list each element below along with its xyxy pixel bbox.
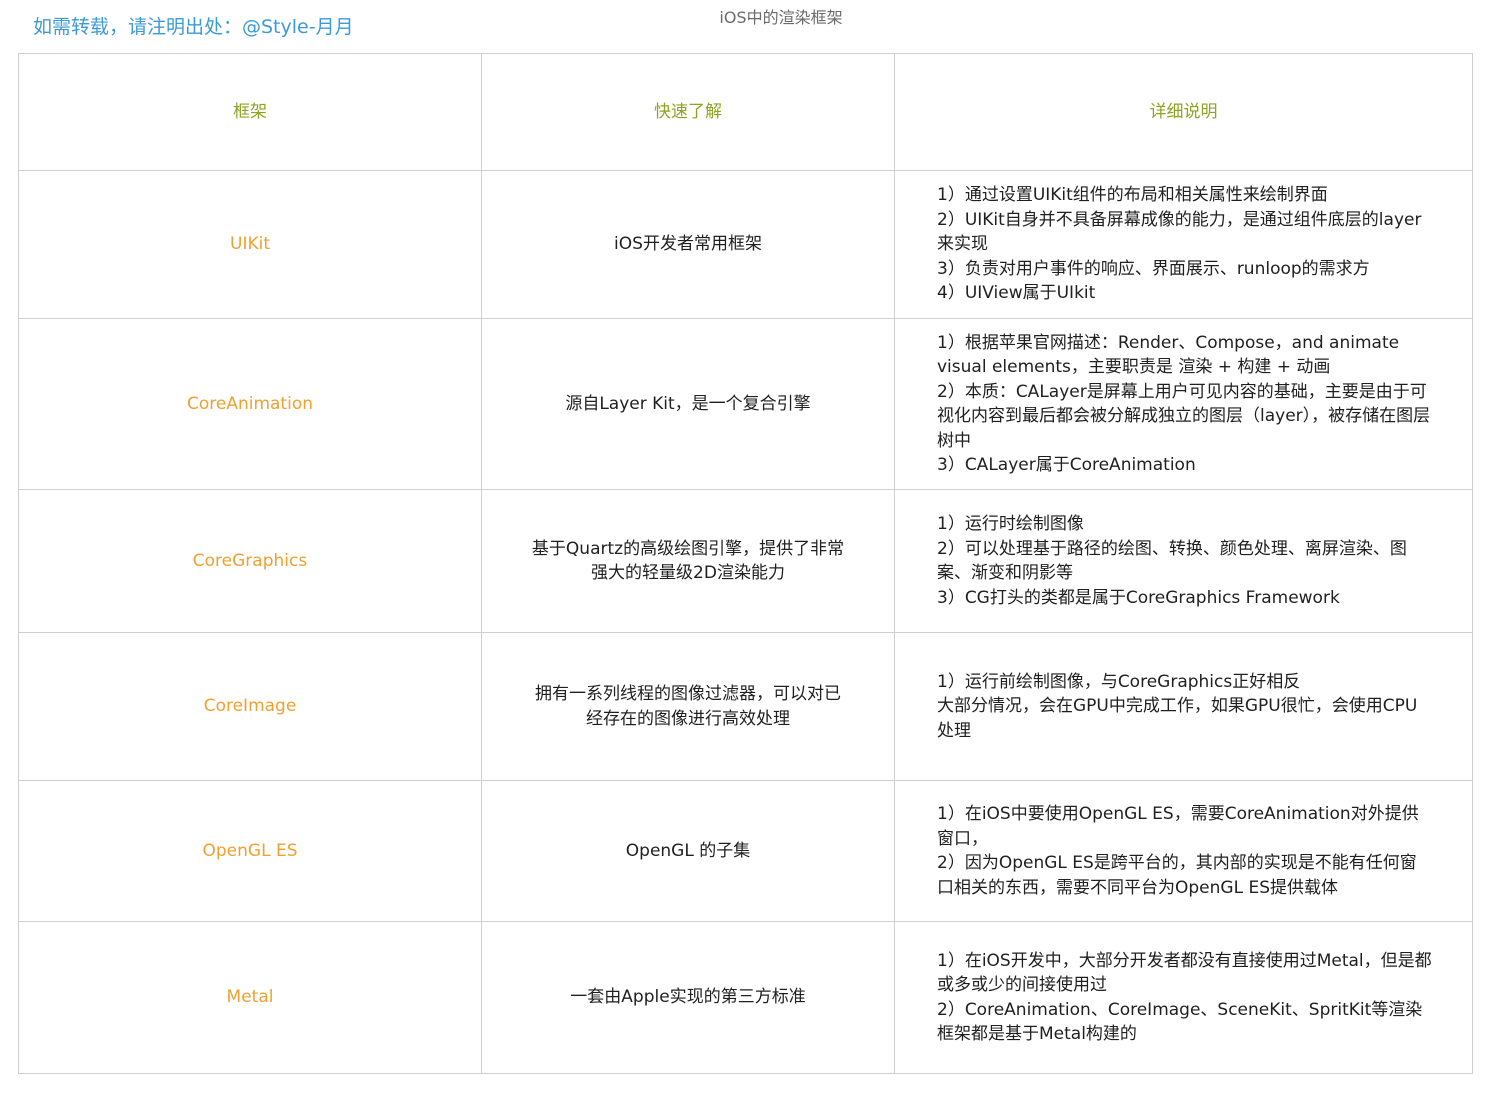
- detail-line: 3）CALayer属于CoreAnimation: [937, 455, 1196, 475]
- table-row: OpenGL ES OpenGL 的子集 1）在iOS中要使用OpenGL ES…: [18, 780, 1473, 922]
- framework-details: 1）通过设置UIKit组件的布局和相关属性来绘制界面 2）UIKit自身并不具备…: [894, 170, 1473, 319]
- table-row: CoreAnimation 源自Layer Kit，是一个复合引擎 1）根据苹果…: [18, 318, 1473, 490]
- framework-summary: 源自Layer Kit，是一个复合引擎: [481, 318, 895, 490]
- framework-details: 1）在iOS中要使用OpenGL ES，需要CoreAnimation对外提供窗…: [894, 780, 1473, 922]
- detail-line: 1）运行前绘制图像，与CoreGraphics正好相反: [937, 671, 1301, 692]
- detail-line: 2）本质：CALayer是屏幕上用户可见内容的基础，主要是由于可视化内容到最后都…: [937, 381, 1431, 451]
- framework-summary: iOS开发者常用框架: [481, 170, 895, 319]
- framework-name: CoreImage: [18, 632, 482, 781]
- table-row: CoreGraphics 基于Quartz的高级绘图引擎，提供了非常强大的轻量级…: [18, 489, 1473, 633]
- summary-text: 源自Layer Kit，是一个复合引擎: [565, 393, 811, 414]
- summary-text: 基于Quartz的高级绘图引擎，提供了非常强大的轻量级2D渲染能力: [531, 538, 845, 584]
- detail-line: 4）UIView属于UIkit: [937, 283, 1096, 304]
- header-details: 详细说明: [894, 53, 1473, 171]
- framework-details: 1）运行时绘制图像 2）可以处理基于路径的绘图、转换、颜色处理、离屏渲染、图案、…: [894, 489, 1473, 633]
- table-row: Metal 一套由Apple实现的第三方标准 1）在iOS开发中，大部分开发者都…: [18, 921, 1473, 1074]
- framework-details: 1）在iOS开发中，大部分开发者都没有直接使用过Metal，但是都或多或少的间接…: [894, 921, 1473, 1074]
- detail-line: 1）运行时绘制图像: [937, 514, 1084, 534]
- table-row: CoreImage 拥有一系列线程的图像过滤器，可以对已经存在的图像进行高效处理…: [18, 632, 1473, 781]
- table-header-row: 框架 快速了解 详细说明: [18, 53, 1473, 171]
- framework-summary: 基于Quartz的高级绘图引擎，提供了非常强大的轻量级2D渲染能力: [481, 489, 895, 633]
- framework-name: OpenGL ES: [18, 780, 482, 922]
- framework-details: 1）运行前绘制图像，与CoreGraphics正好相反 大部分情况，会在GPU中…: [894, 632, 1473, 781]
- detail-line: 3）CG打头的类都是属于CoreGraphics Framework: [937, 587, 1340, 608]
- framework-summary: 拥有一系列线程的图像过滤器，可以对已经存在的图像进行高效处理: [481, 632, 895, 781]
- summary-text: 拥有一系列线程的图像过滤器，可以对已经存在的图像进行高效处理: [535, 684, 841, 729]
- detail-line: 2）因为OpenGL ES是跨平台的，其内部的实现是不能有任何窗口相关的东西，需…: [937, 853, 1417, 898]
- framework-name: UIKit: [18, 170, 482, 319]
- framework-name: Metal: [18, 921, 482, 1074]
- table-row: UIKit iOS开发者常用框架 1）通过设置UIKit组件的布局和相关属性来绘…: [18, 170, 1473, 319]
- framework-name: CoreGraphics: [18, 489, 482, 633]
- detail-line: 1）根据苹果官网描述：Render、Compose，and animate vi…: [937, 332, 1400, 378]
- framework-summary: 一套由Apple实现的第三方标准: [481, 921, 895, 1074]
- detail-line: 2）UIKit自身并不具备屏幕成像的能力，是通过组件底层的layer来实现: [937, 209, 1422, 255]
- detail-line: 1）在iOS开发中，大部分开发者都没有直接使用过Metal，但是都或多或少的间接…: [937, 950, 1432, 996]
- page-title: iOS中的渲染框架: [719, 8, 843, 27]
- summary-text: 一套由Apple实现的第三方标准: [570, 987, 806, 1008]
- detail-line: 3）负责对用户事件的响应、界面展示、runloop的需求方: [937, 258, 1370, 279]
- framework-summary: OpenGL 的子集: [481, 780, 895, 922]
- detail-line: 2）可以处理基于路径的绘图、转换、颜色处理、离屏渲染、图案、渐变和阴影等: [937, 538, 1407, 584]
- frameworks-table: 框架 快速了解 详细说明 UIKit iOS开发者常用框架 1）通过设置UIKi…: [18, 53, 1473, 1074]
- summary-text: iOS开发者常用框架: [614, 234, 762, 255]
- framework-details: 1）根据苹果官网描述：Render、Compose，and animate vi…: [894, 318, 1473, 490]
- framework-name: CoreAnimation: [18, 318, 482, 490]
- detail-line: 2）CoreAnimation、CoreImage、SceneKit、Sprit…: [937, 999, 1423, 1045]
- summary-text: OpenGL 的子集: [625, 840, 751, 861]
- header-framework: 框架: [18, 53, 482, 171]
- detail-line: 大部分情况，会在GPU中完成工作，如果GPU很忙，会使用CPU处理: [937, 696, 1418, 741]
- detail-line: 1）通过设置UIKit组件的布局和相关属性来绘制界面: [937, 185, 1328, 206]
- header-summary: 快速了解: [481, 53, 895, 171]
- detail-line: 1）在iOS中要使用OpenGL ES，需要CoreAnimation对外提供窗…: [937, 804, 1419, 849]
